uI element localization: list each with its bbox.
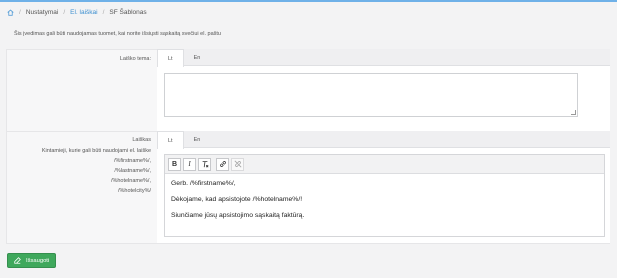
tab-subject-en[interactable]: En — [184, 49, 211, 66]
subject-tabs: Lt En — [157, 49, 610, 67]
tab-body-lt[interactable]: Lt — [157, 131, 184, 149]
variables-label: Kintamieji, kurie gali būti naudojami el… — [41, 148, 151, 154]
breadcrumb-settings[interactable]: Nustatymai — [26, 9, 59, 16]
save-button[interactable]: Išsaugoti — [7, 253, 57, 268]
bold-icon[interactable]: B — [168, 157, 181, 171]
breadcrumb: / Nustatymai / El. laiškai / SF Šablonas — [7, 9, 147, 16]
editor-content[interactable]: Gerb. /%firstname%/, Dėkojame, kad apsis… — [165, 174, 604, 234]
page-description: Šis įvedimas gali būti naudojamas tuomet… — [14, 31, 221, 37]
home-icon[interactable] — [7, 9, 14, 16]
variable-firstname: /%firstname%/, — [114, 158, 151, 164]
breadcrumb-emails-link[interactable]: El. laiškai — [70, 9, 97, 16]
body-tabs: Lt En — [157, 131, 610, 149]
subject-textarea[interactable] — [164, 73, 578, 117]
breadcrumb-current: SF Šablonas — [109, 9, 147, 16]
breadcrumb-separator: / — [102, 9, 105, 16]
breadcrumb-separator: / — [63, 9, 66, 16]
tab-body-en[interactable]: En — [184, 131, 211, 148]
rich-text-editor: B I Gerb. /%firstname%/, Dėkojame, kad a… — [164, 154, 605, 237]
variable-lastname: /%lastname%/, — [114, 168, 151, 174]
editor-line: Dėkojame, kad apsistojote /%hotelname%/! — [171, 196, 303, 203]
editor-line: Siunčiame jūsų apsistojimo sąskaitą fakt… — [171, 212, 305, 219]
edit-icon — [14, 257, 21, 264]
italic-icon[interactable]: I — [183, 157, 196, 171]
save-button-label: Išsaugoti — [26, 257, 50, 264]
top-accent-line — [0, 0, 617, 2]
link-icon[interactable] — [216, 157, 229, 171]
unlink-icon[interactable] — [231, 157, 244, 171]
resize-handle[interactable] — [571, 110, 576, 115]
tab-subject-lt[interactable]: Lt — [157, 49, 184, 67]
subject-label: Laiško tema: — [119, 56, 151, 62]
breadcrumb-separator: / — [19, 9, 21, 16]
body-label: Laiškas — [132, 137, 151, 143]
editor-toolbar: B I — [165, 155, 604, 174]
editor-line: Gerb. /%firstname%/, — [171, 180, 236, 187]
variable-hotelname: /%hotelname%/, — [110, 178, 151, 184]
clear-format-icon[interactable] — [198, 157, 211, 171]
variable-hotelcity: /%hotelcity%/ — [117, 188, 151, 194]
